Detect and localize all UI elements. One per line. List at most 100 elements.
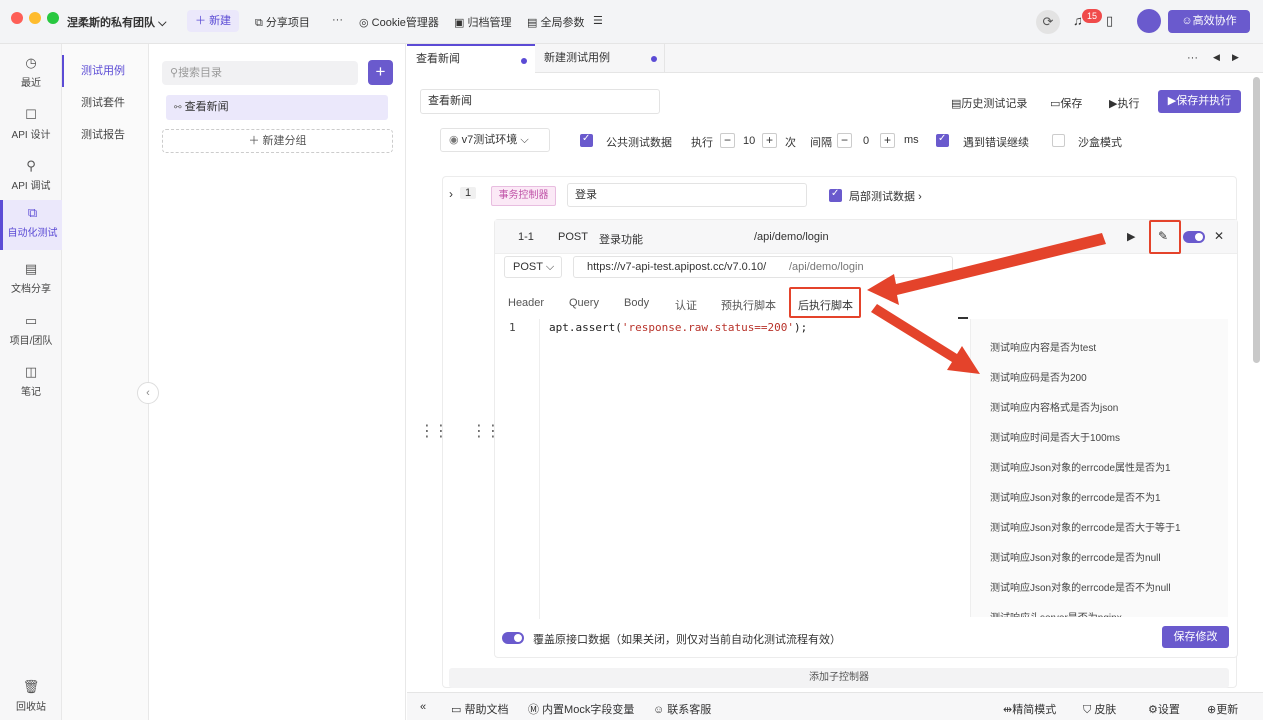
subtab-pre-script[interactable]: 预执行脚本 <box>721 297 776 313</box>
share-project-button[interactable]: ⧉ 分享项目 <box>255 14 310 30</box>
case-name-input[interactable]: 查看新闻 <box>420 89 660 114</box>
tree-item[interactable]: ⚯ 查看新闻 <box>166 95 388 120</box>
nav-api-debug[interactable]: ⚲ API 调试 <box>0 153 62 199</box>
collapse-panel-button[interactable]: ‹ <box>137 382 159 404</box>
skin-button[interactable]: ⛉ 皮肤 <box>1083 701 1116 717</box>
interval-decrement[interactable]: − <box>837 133 852 148</box>
nav-trash[interactable]: 🗑 回收站 <box>0 674 62 720</box>
search-input[interactable]: ⚲搜索目录 <box>162 61 358 85</box>
menu-collapse-icon[interactable]: ☰ <box>593 14 603 27</box>
snippet-item[interactable]: 测试响应头server是否为nginx <box>990 609 1122 617</box>
update-button[interactable]: ⊕更新 <box>1207 701 1238 717</box>
maximize-window-button[interactable] <box>47 12 59 24</box>
continue-on-error-label: 遇到错误继续 <box>963 137 1029 149</box>
archive-button[interactable]: ▣ 归档管理 <box>454 14 511 30</box>
help-docs-button[interactable]: ▭ 帮助文档 <box>451 701 508 717</box>
main-scrollbar[interactable] <box>1253 77 1260 363</box>
snippet-item[interactable]: 测试响应Json对象的errcode是否不为1 <box>990 489 1161 504</box>
cookie-manager-button[interactable]: ◎ Cookie管理器 <box>359 14 439 30</box>
snippet-item[interactable]: 测试响应Json对象的errcode是否不为null <box>990 579 1171 594</box>
interval-label: 间隔 <box>810 137 832 149</box>
edit-highlight-box <box>1149 220 1181 254</box>
drag-handle-icon[interactable]: ⋮⋮ <box>471 424 501 440</box>
snippet-item[interactable]: 测试响应Json对象的errcode是否大于等于1 <box>990 519 1181 534</box>
continue-on-error-checkbox[interactable] <box>936 133 949 147</box>
tab-more-button[interactable]: ··· <box>1187 52 1198 64</box>
sandbox-label: 沙盒模式 <box>1078 137 1122 149</box>
left-nav: ◷ 最近 ☐ API 设计 ⚲ API 调试 ⧉ 自动化测试 ▤ 文档分享 ▭ 项目/团队 … <box>0 44 62 720</box>
controller-name-input[interactable]: 登录 <box>567 183 807 207</box>
subtab-auth[interactable]: 认证 <box>675 297 697 313</box>
subnav-test-cases[interactable]: 测试用例 <box>62 55 149 87</box>
nav-project-team[interactable]: ▭ 项目/团队 <box>0 308 62 354</box>
unsaved-dot <box>521 58 527 64</box>
interval-value[interactable]: 0 <box>863 135 869 147</box>
drag-handle-icon[interactable]: ⋮⋮ <box>419 424 449 440</box>
edit-icon: ☐ <box>25 107 37 122</box>
tab-view-news[interactable]: 查看新闻 <box>407 44 535 73</box>
local-data-checkbox[interactable] <box>829 188 842 202</box>
method-select[interactable]: POST ⌵ <box>504 256 562 278</box>
run-count-decrement[interactable]: − <box>720 133 735 148</box>
global-params-button[interactable]: ▤ 全局参数 <box>527 14 584 30</box>
subnav-test-reports[interactable]: 测试报告 <box>62 119 149 151</box>
mock-fields-button[interactable]: Ⓜ 内置Mock字段变量 <box>528 701 634 717</box>
override-toggle[interactable] <box>502 632 524 644</box>
save-changes-button[interactable]: 保存修改 <box>1162 626 1229 648</box>
eye-icon: ◉ <box>449 134 459 146</box>
run-count-label: 执行 <box>691 137 713 149</box>
snippet-item[interactable]: 测试响应Json对象的errcode是否为null <box>990 549 1161 564</box>
close-icon[interactable]: ✕ <box>1214 229 1224 243</box>
env-select[interactable]: ◉ v7测试环境 ⌵ <box>440 128 550 152</box>
team-switcher[interactable]: 涅柔斯的私有团队 ⌵ <box>67 14 166 30</box>
public-data-checkbox[interactable] <box>580 133 593 147</box>
save-and-run-button[interactable]: ▶保存并执行 <box>1158 90 1241 113</box>
close-window-button[interactable] <box>11 12 23 24</box>
script-editor[interactable]: apt.assert('response.raw.status==200'); <box>549 321 807 334</box>
step-enable-toggle[interactable] <box>1183 231 1205 243</box>
subtab-query[interactable]: Query <box>569 297 599 309</box>
flow-icon: ⧉ <box>27 205 38 220</box>
collapse-sidebar-icon[interactable]: « <box>420 701 426 713</box>
add-case-button[interactable]: + <box>368 60 393 85</box>
settings-button[interactable]: ⚙设置 <box>1148 701 1180 717</box>
more-button[interactable]: ··· <box>332 14 343 26</box>
collab-button[interactable]: ☺高效协作 <box>1168 10 1250 33</box>
sub-nav: 测试用例 测试套件 测试报告 <box>62 44 149 720</box>
add-sub-controller-button[interactable]: 添加子控制器 <box>449 668 1229 688</box>
doc-icon[interactable]: ▯ <box>1106 13 1113 29</box>
new-button[interactable]: ＋ 新建 <box>187 10 240 32</box>
minimize-window-button[interactable] <box>29 12 41 24</box>
simple-mode-button[interactable]: ⇹精简模式 <box>1003 701 1056 717</box>
local-data-link[interactable]: 局部测试数据 › <box>849 188 922 204</box>
nav-api-design[interactable]: ☐ API 设计 <box>0 102 62 148</box>
run-count-value[interactable]: 10 <box>743 135 755 147</box>
sandbox-checkbox[interactable] <box>1052 134 1065 147</box>
history-button[interactable]: ▤历史测试记录 <box>951 95 1027 111</box>
run-button[interactable]: ▶执行 <box>1109 95 1139 111</box>
refresh-icon[interactable]: ⟳ <box>1036 10 1060 34</box>
gutter-divider <box>539 319 540 619</box>
run-count-increment[interactable]: + <box>762 133 777 148</box>
nav-automation-test[interactable]: ⧉ 自动化测试 <box>0 200 62 250</box>
nav-doc-share[interactable]: ▤ 文档分享 <box>0 256 62 302</box>
support-button[interactable]: ☺ 联系客服 <box>653 701 711 717</box>
new-group-button[interactable]: ＋ 新建分组 <box>162 129 393 153</box>
nav-notes[interactable]: ◫ 笔记 <box>0 359 62 405</box>
shirt-icon: ⛉ <box>1083 704 1092 716</box>
step-index: 1 <box>460 187 477 199</box>
nav-recent[interactable]: ◷ 最近 <box>0 50 62 96</box>
subtab-header[interactable]: Header <box>508 297 544 309</box>
avatar[interactable] <box>1137 9 1161 33</box>
interval-increment[interactable]: + <box>880 133 895 148</box>
save-button[interactable]: ▭保存 <box>1050 95 1082 111</box>
arrow-to-post-script <box>867 233 1106 305</box>
tab-next-icon[interactable]: ▶ <box>1232 52 1239 63</box>
subtab-body[interactable]: Body <box>624 297 649 309</box>
subnav-test-suites[interactable]: 测试套件 <box>62 87 149 119</box>
chevron-right-icon[interactable]: › <box>449 187 453 201</box>
book-icon: ▭ <box>451 704 462 716</box>
snippet-item[interactable]: 测试响应Json对象的errcode属性是否为1 <box>990 459 1171 474</box>
tab-new-test-case[interactable]: 新建测试用例 <box>535 44 665 73</box>
tab-prev-icon[interactable]: ◀ <box>1213 52 1220 63</box>
